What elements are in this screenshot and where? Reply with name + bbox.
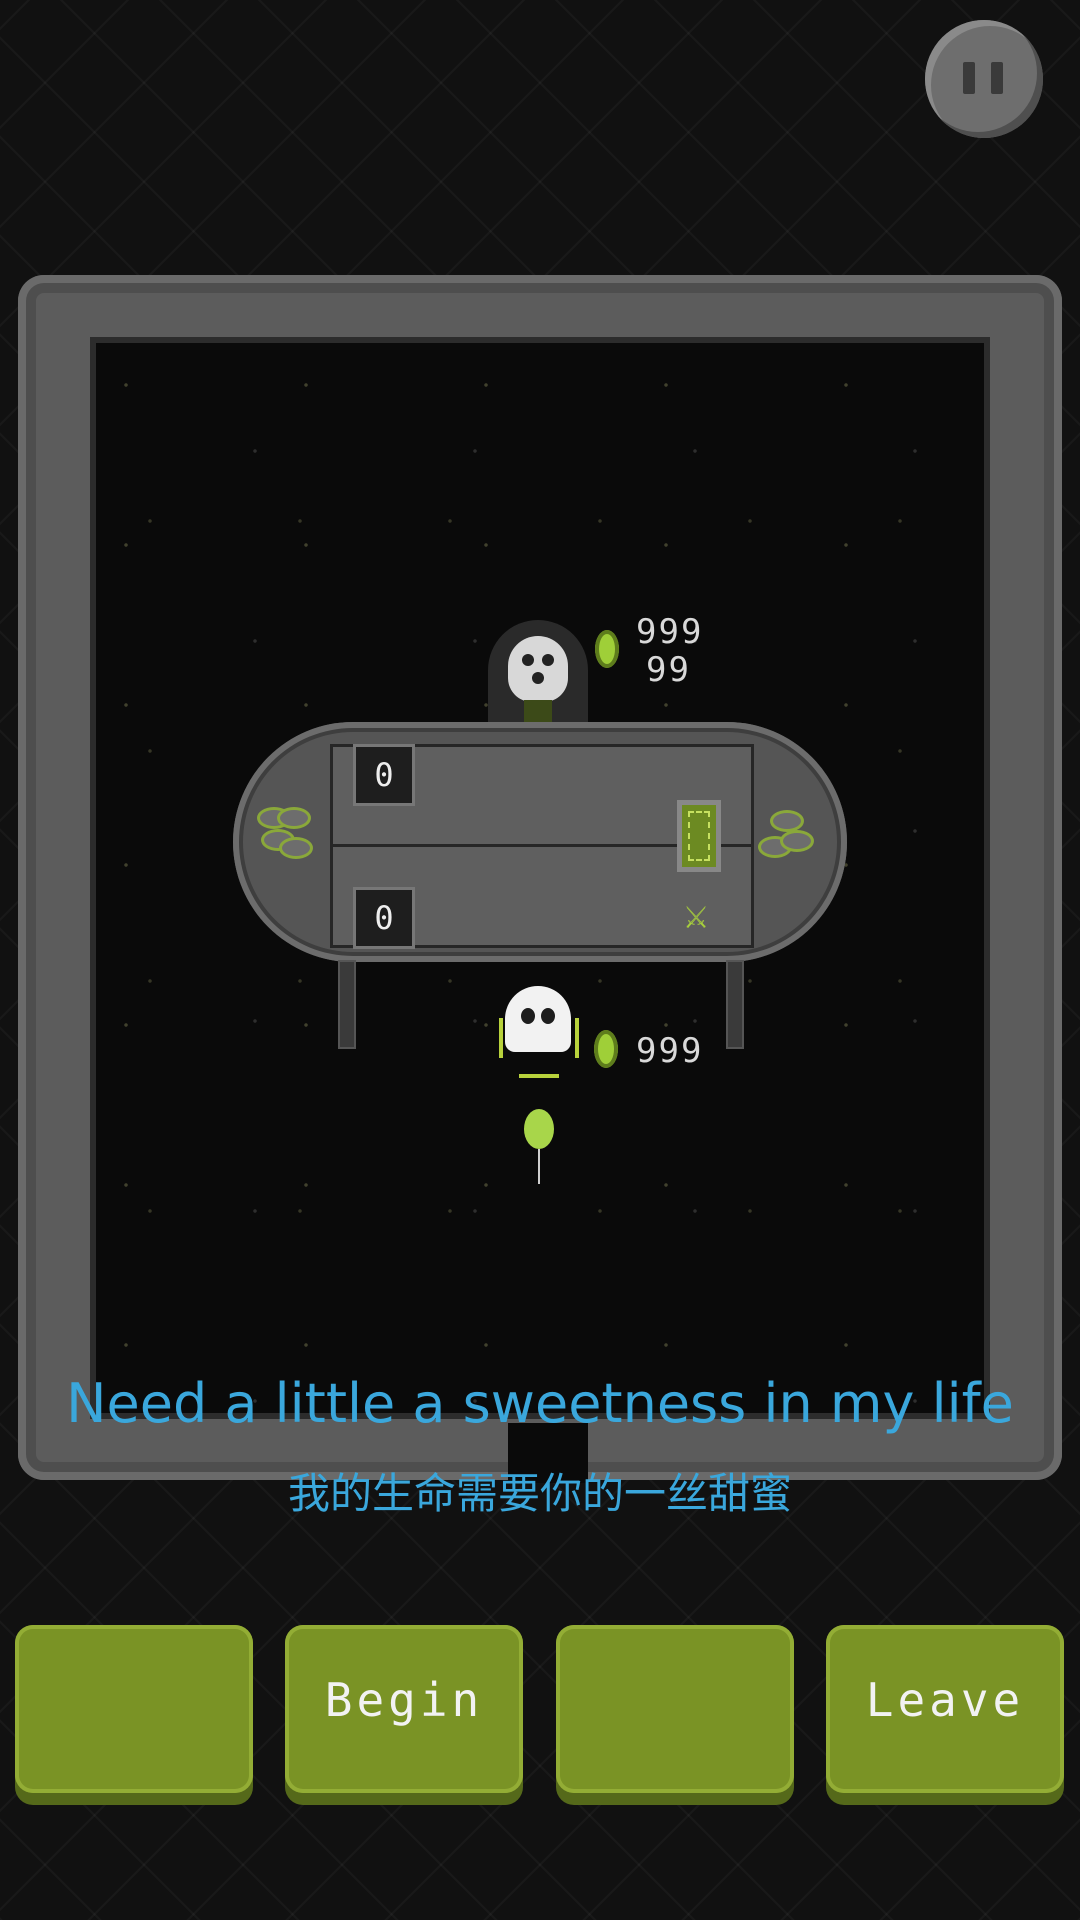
player-gem-count: 999 — [636, 1031, 704, 1071]
chip-stack-left — [257, 807, 313, 877]
game-table: 0 0 — [233, 722, 847, 962]
crossed-swords-icon: ⚔ — [684, 892, 709, 938]
lyric-english: Need a little a sweetness in my life — [66, 1372, 1014, 1435]
deck-card[interactable] — [677, 800, 721, 872]
player-ghost[interactable] — [505, 986, 571, 1052]
begin-button[interactable]: Begin — [285, 1625, 523, 1793]
dealer-sub-count: 99 — [646, 650, 691, 690]
mask-hole — [522, 654, 534, 666]
dealer-avatar — [488, 620, 588, 730]
pause-button[interactable] — [925, 20, 1043, 138]
ghost-eye — [521, 1008, 535, 1024]
player-score: 0 — [353, 887, 415, 949]
balloon-icon — [524, 1109, 554, 1149]
action-button-3[interactable] — [556, 1625, 794, 1793]
dealer-mask — [508, 636, 568, 702]
leave-button[interactable]: Leave — [826, 1625, 1064, 1793]
table-leg-left — [338, 960, 356, 1049]
chip-stack-right — [758, 810, 814, 880]
chip-icon — [277, 807, 311, 829]
chip-icon — [770, 810, 804, 832]
mask-hole — [542, 654, 554, 666]
lyric-chinese: 我的生命需要你的一丝甜蜜 — [287, 1469, 792, 1518]
chip-icon — [279, 837, 313, 859]
balloon-string — [538, 1149, 540, 1184]
ghost-eye — [541, 1008, 555, 1024]
dealer-gem-icon — [595, 630, 619, 668]
mask-hole — [532, 672, 544, 684]
card-pattern — [688, 811, 710, 861]
dealer-gem-count: 999 — [636, 612, 704, 652]
player-gem-icon — [594, 1030, 618, 1068]
dealer-score: 0 — [353, 744, 415, 806]
table-leg-right — [726, 960, 744, 1049]
pause-icon-bar — [991, 62, 1003, 94]
pause-icon — [963, 62, 975, 94]
chip-icon — [780, 830, 814, 852]
action-button-1[interactable] — [15, 1625, 253, 1793]
